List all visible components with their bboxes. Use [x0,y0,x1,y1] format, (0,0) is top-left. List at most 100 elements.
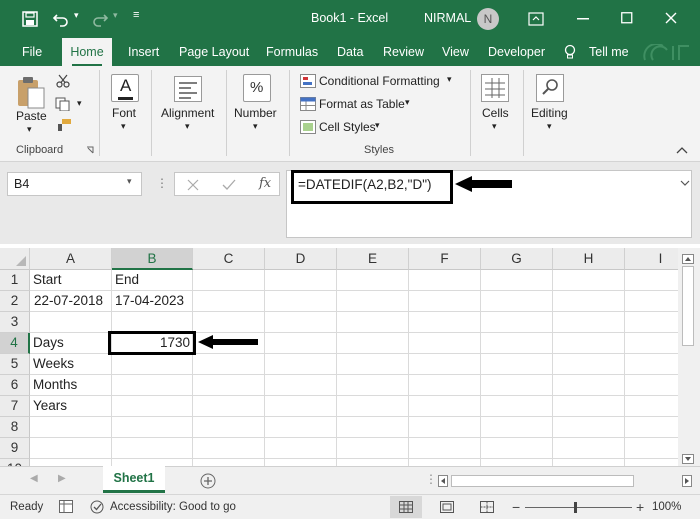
clipboard-launcher-icon[interactable] [86,146,94,154]
grid-cell[interactable] [625,312,678,333]
grid-cell[interactable] [481,438,553,459]
grid-cell[interactable] [193,396,265,417]
cell-styles-icon[interactable] [300,120,316,134]
grid-cell[interactable] [30,438,112,459]
row-header-5[interactable]: 5 [0,354,30,375]
user-name[interactable]: NIRMAL [424,11,471,25]
grid-cell[interactable] [193,375,265,396]
grid-cell[interactable] [553,291,625,312]
grid-cell[interactable] [112,417,193,438]
customize-quick-access-icon[interactable]: ≡ [133,9,139,21]
grid-cell[interactable] [337,417,409,438]
format-painter-icon[interactable] [56,118,72,132]
grid-cell[interactable] [193,459,265,466]
cell-b1[interactable]: End [112,270,193,291]
cells-label[interactable]: Cells [482,106,509,120]
grid-cell[interactable] [193,438,265,459]
formula-input[interactable]: =DATEDIF(A2,B2,"D") [291,170,453,204]
expand-formula-bar-icon[interactable] [680,180,690,186]
grid-cell[interactable] [481,417,553,438]
font-label[interactable]: Font [112,106,136,120]
grid-cell[interactable] [409,270,481,291]
zoom-slider[interactable] [525,507,632,508]
row-header-6[interactable]: 6 [0,375,30,396]
grid-cell[interactable] [112,438,193,459]
format-as-table-icon[interactable] [300,97,316,111]
grid-cell[interactable] [625,333,678,354]
grid-cell[interactable] [265,291,337,312]
insert-function-icon[interactable]: fx [259,176,271,191]
grid-cell[interactable] [625,354,678,375]
grid-cell[interactable] [625,396,678,417]
paste-label[interactable]: Paste [16,109,47,123]
copy-dropdown-icon[interactable]: ▾ [77,98,82,109]
row-header-2[interactable]: 2 [0,291,30,312]
minimize-icon[interactable] [577,18,591,20]
grid-cell[interactable] [409,291,481,312]
grid-cell[interactable] [553,333,625,354]
grid-cell[interactable] [553,312,625,333]
name-box[interactable]: B4 [7,172,142,196]
enter-icon[interactable] [222,179,236,191]
scroll-down-icon[interactable] [682,454,694,464]
grid-cell[interactable] [265,270,337,291]
grid-cell[interactable] [481,459,553,466]
ribbon-display-icon[interactable] [528,12,544,26]
grid-cell[interactable] [481,396,553,417]
grid-cell[interactable] [337,312,409,333]
tab-developer[interactable]: Developer [488,45,545,59]
column-header-b[interactable]: B [112,248,193,270]
column-header-h[interactable]: H [553,248,625,270]
grid-cell[interactable] [30,417,112,438]
row-header-1[interactable]: 1 [0,270,30,291]
tab-review[interactable]: Review [383,45,424,59]
maximize-icon[interactable] [621,12,633,24]
spreadsheet-grid[interactable]: A B C D E F G H I 1 2 3 4 5 6 7 8 9 10 S… [0,248,678,466]
column-header-i[interactable]: I [625,248,678,270]
tab-split-grip-icon[interactable]: ⋮ [425,472,437,486]
grid-cell[interactable] [481,354,553,375]
column-header-e[interactable]: E [337,248,409,270]
grid-cell[interactable] [112,396,193,417]
row-header-4[interactable]: 4 [0,333,30,354]
number-format-icon[interactable]: % [243,74,271,102]
column-header-c[interactable]: C [193,248,265,270]
grid-cell[interactable] [30,459,112,466]
tell-me-search[interactable]: Tell me [589,45,629,59]
grid-cell[interactable] [553,354,625,375]
grid-cell[interactable] [112,312,193,333]
select-all-corner[interactable] [0,248,30,270]
undo-icon[interactable] [52,11,70,27]
tab-view[interactable]: View [442,45,469,59]
search-icon[interactable] [536,74,564,102]
grid-cell[interactable] [193,270,265,291]
cut-icon[interactable] [56,74,70,88]
grid-cell[interactable] [553,417,625,438]
normal-view-button[interactable] [390,496,422,518]
paste-icon[interactable] [16,76,46,110]
grid-cell[interactable] [409,438,481,459]
grid-cell[interactable] [553,375,625,396]
alignment-label[interactable]: Alignment [161,106,214,120]
scroll-right-icon[interactable] [682,475,692,487]
grid-cell[interactable] [553,438,625,459]
formula-bar-grip-icon[interactable]: ⋮ [156,176,168,190]
grid-cell[interactable] [337,396,409,417]
cells-dropdown-icon[interactable]: ▾ [492,121,497,132]
undo-dropdown-icon[interactable]: ▾ [74,10,79,21]
grid-cell[interactable] [481,291,553,312]
name-box-dropdown-icon[interactable]: ▾ [127,176,132,187]
grid-cell[interactable] [625,417,678,438]
page-layout-view-icon[interactable] [440,501,454,513]
copy-icon[interactable] [55,97,71,111]
grid-cell[interactable] [481,312,553,333]
row-header-8[interactable]: 8 [0,417,30,438]
grid-cell[interactable] [337,291,409,312]
grid-cell[interactable] [409,459,481,466]
macro-record-icon[interactable] [59,500,73,513]
grid-cell[interactable] [409,333,481,354]
format-as-table-dropdown-icon[interactable]: ▾ [405,97,410,108]
cells-icon[interactable] [481,74,509,102]
tab-insert[interactable]: Insert [128,45,159,59]
grid-cell[interactable] [30,312,112,333]
